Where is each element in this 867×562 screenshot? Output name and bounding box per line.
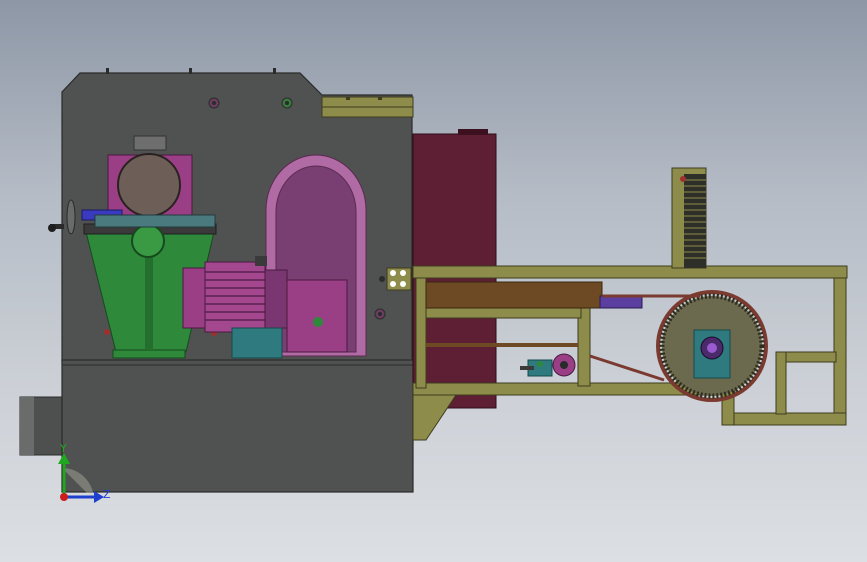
- triad-origin: [60, 493, 68, 501]
- z-axis-label: Z: [103, 488, 111, 501]
- drive-pulley[interactable]: [656, 290, 768, 402]
- tooth-rack[interactable]: [671, 167, 707, 269]
- cad-viewport[interactable]: Y Z: [0, 0, 867, 562]
- frame-gusset[interactable]: [412, 394, 457, 441]
- frame-bolts: [386, 267, 412, 291]
- top-olive-rail[interactable]: [321, 96, 414, 118]
- small-pulley[interactable]: [520, 353, 576, 377]
- y-axis-label: Y: [59, 442, 67, 455]
- outlet-pipe[interactable]: [19, 396, 65, 456]
